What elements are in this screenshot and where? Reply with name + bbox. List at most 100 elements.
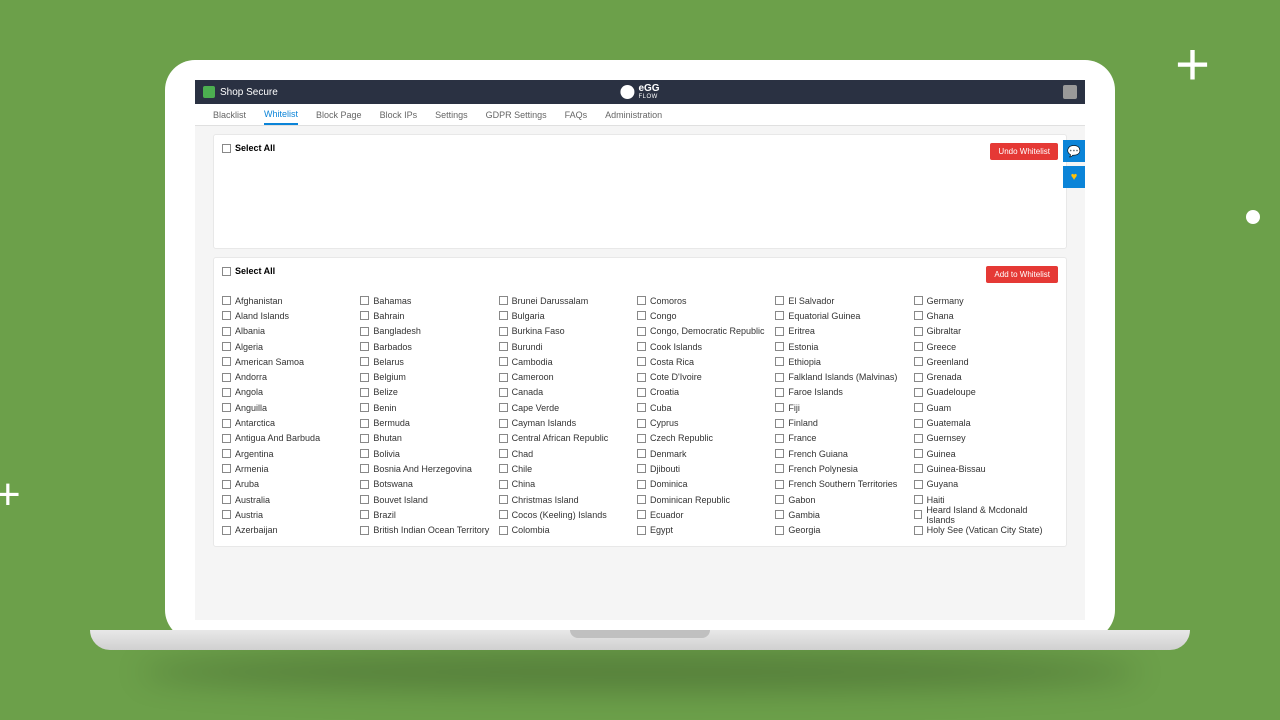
country-item[interactable]: Grenada	[914, 369, 1052, 384]
checkbox-icon[interactable]	[222, 480, 231, 489]
checkbox-icon[interactable]	[499, 495, 508, 504]
checkbox-icon[interactable]	[637, 388, 646, 397]
country-item[interactable]: Eritrea	[775, 324, 913, 339]
country-item[interactable]: Croatia	[637, 385, 775, 400]
checkbox-icon[interactable]	[914, 495, 923, 504]
checkbox-icon[interactable]	[222, 510, 231, 519]
checkbox-icon[interactable]	[914, 419, 923, 428]
country-item[interactable]: Central African Republic	[499, 431, 637, 446]
checkbox-icon[interactable]	[360, 403, 369, 412]
checkbox-icon[interactable]	[360, 526, 369, 535]
checkbox-icon[interactable]	[775, 357, 784, 366]
country-item[interactable]: French Guiana	[775, 446, 913, 461]
country-item[interactable]: Angola	[222, 385, 360, 400]
checkbox-icon[interactable]	[360, 357, 369, 366]
chat-button[interactable]: 💬	[1063, 140, 1085, 162]
country-item[interactable]: Cape Verde	[499, 400, 637, 415]
country-item[interactable]: Bhutan	[360, 431, 498, 446]
checkbox-icon[interactable]	[222, 311, 231, 320]
checkbox-icon[interactable]	[222, 373, 231, 382]
country-item[interactable]: Bangladesh	[360, 324, 498, 339]
checkbox-icon[interactable]	[914, 388, 923, 397]
checkbox-icon[interactable]	[775, 388, 784, 397]
checkbox-icon[interactable]	[637, 357, 646, 366]
country-item[interactable]: Antigua And Barbuda	[222, 431, 360, 446]
checkbox-icon[interactable]	[222, 419, 231, 428]
checkbox-icon[interactable]	[775, 403, 784, 412]
checkbox-icon[interactable]	[499, 373, 508, 382]
country-item[interactable]: Chile	[499, 461, 637, 476]
country-item[interactable]: Canada	[499, 385, 637, 400]
country-item[interactable]: Gibraltar	[914, 324, 1052, 339]
country-item[interactable]: Belarus	[360, 354, 498, 369]
country-item[interactable]: Bahamas	[360, 293, 498, 308]
select-all-whitelist[interactable]: Select All	[222, 143, 275, 153]
country-item[interactable]: Dominica	[637, 477, 775, 492]
checkbox-icon[interactable]	[775, 434, 784, 443]
country-item[interactable]: Bosnia And Herzegovina	[360, 461, 498, 476]
checkbox-icon[interactable]	[914, 357, 923, 366]
checkbox-icon[interactable]	[499, 449, 508, 458]
country-item[interactable]: Bolivia	[360, 446, 498, 461]
checkbox-icon[interactable]	[222, 388, 231, 397]
country-item[interactable]: Christmas Island	[499, 492, 637, 507]
country-item[interactable]: Dominican Republic	[637, 492, 775, 507]
checkbox-icon[interactable]	[499, 327, 508, 336]
country-item[interactable]: Afghanistan	[222, 293, 360, 308]
country-item[interactable]: Germany	[914, 293, 1052, 308]
tab-block-ips[interactable]: Block IPs	[380, 106, 418, 124]
country-item[interactable]: Guadeloupe	[914, 385, 1052, 400]
country-item[interactable]: Bermuda	[360, 415, 498, 430]
checkbox-icon[interactable]	[360, 480, 369, 489]
country-item[interactable]: Ecuador	[637, 507, 775, 522]
checkbox-icon[interactable]	[914, 510, 923, 519]
checkbox-icon[interactable]	[775, 526, 784, 535]
checkbox-icon[interactable]	[775, 327, 784, 336]
country-item[interactable]: Barbados	[360, 339, 498, 354]
country-item[interactable]: British Indian Ocean Territory	[360, 522, 498, 537]
country-item[interactable]: Holy See (Vatican City State)	[914, 522, 1052, 537]
country-item[interactable]: Gabon	[775, 492, 913, 507]
checkbox-icon[interactable]	[360, 342, 369, 351]
checkbox-icon[interactable]	[360, 388, 369, 397]
avatar[interactable]	[1063, 85, 1077, 99]
checkbox-icon[interactable]	[775, 296, 784, 305]
checkbox-icon[interactable]	[222, 434, 231, 443]
checkbox-icon[interactable]	[775, 311, 784, 320]
checkbox-icon[interactable]	[775, 342, 784, 351]
checkbox-icon[interactable]	[222, 403, 231, 412]
country-item[interactable]: Benin	[360, 400, 498, 415]
country-item[interactable]: Bouvet Island	[360, 492, 498, 507]
checkbox-icon[interactable]	[914, 464, 923, 473]
country-item[interactable]: Greece	[914, 339, 1052, 354]
tab-administration[interactable]: Administration	[605, 106, 662, 124]
checkbox-icon[interactable]	[637, 403, 646, 412]
country-item[interactable]: Cambodia	[499, 354, 637, 369]
country-item[interactable]: Heard Island & Mcdonald Islands	[914, 507, 1052, 522]
country-item[interactable]: Armenia	[222, 461, 360, 476]
country-item[interactable]: Cyprus	[637, 415, 775, 430]
country-item[interactable]: Antarctica	[222, 415, 360, 430]
country-item[interactable]: Gambia	[775, 507, 913, 522]
checkbox-icon[interactable]	[637, 464, 646, 473]
country-item[interactable]: Ethiopia	[775, 354, 913, 369]
country-item[interactable]: French Southern Territories	[775, 477, 913, 492]
country-item[interactable]: France	[775, 431, 913, 446]
country-item[interactable]: Cote D'Ivoire	[637, 369, 775, 384]
tab-block-page[interactable]: Block Page	[316, 106, 362, 124]
checkbox-icon[interactable]	[637, 419, 646, 428]
checkbox-icon[interactable]	[914, 449, 923, 458]
country-item[interactable]: Austria	[222, 507, 360, 522]
country-item[interactable]: Brazil	[360, 507, 498, 522]
country-item[interactable]: Albania	[222, 324, 360, 339]
checkbox-icon[interactable]	[360, 373, 369, 382]
checkbox-icon[interactable]	[360, 495, 369, 504]
checkbox-icon[interactable]	[499, 296, 508, 305]
checkbox-icon[interactable]	[222, 449, 231, 458]
country-item[interactable]: Australia	[222, 492, 360, 507]
country-item[interactable]: Bulgaria	[499, 308, 637, 323]
checkbox-icon[interactable]	[637, 510, 646, 519]
checkbox-icon[interactable]	[360, 327, 369, 336]
country-item[interactable]: Falkland Islands (Malvinas)	[775, 369, 913, 384]
checkbox-icon[interactable]	[914, 311, 923, 320]
